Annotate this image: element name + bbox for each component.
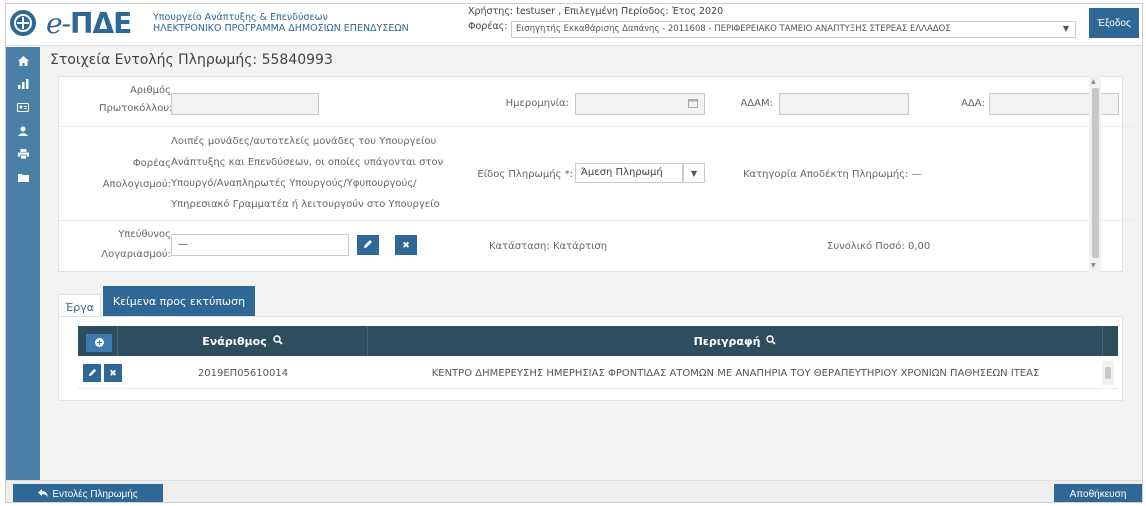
foreas-apol-line: Υπουργό/Αναπληρωτές Υπουργούς/Υφυπουργού… (171, 178, 417, 189)
protocol-number-input[interactable] (171, 93, 319, 115)
close-icon: ✖ (402, 239, 410, 250)
scroll-up-icon: ▲ (1091, 78, 1096, 85)
foreas-select[interactable]: Εισηγητής Εκκαθάρισης Δαπάνης - 2011608 … (511, 21, 1076, 38)
pencil-icon (88, 368, 97, 379)
search-icon[interactable] (766, 334, 777, 348)
clear-responsible-button[interactable]: ✖ (395, 235, 417, 255)
foreas-apol-line: Λοιπές μονάδες/αυτοτελείς μονάδες του Υπ… (171, 136, 437, 147)
ada-label: ΑΔΑ: (961, 98, 985, 109)
cell-enarithmos: 2019ΕΠ05610014 (197, 367, 289, 379)
edit-row-button[interactable] (83, 364, 101, 382)
foreas-select-value: Εισηγητής Εκκαθάρισης Δαπάνης - 2011608 … (516, 24, 951, 34)
tab-keimena[interactable]: Κείμενα προς εκτύπωση (103, 286, 255, 316)
payment-type-dropdown-toggle[interactable]: ▼ (683, 163, 705, 183)
chevron-down-icon: ▼ (1062, 24, 1069, 33)
app-logo: e-ΠΔΕ (46, 7, 132, 40)
pencil-icon (363, 239, 373, 251)
exit-button[interactable]: Έξοδος (1089, 8, 1139, 38)
user-icon[interactable] (6, 121, 40, 141)
foreas-apol-line: Ανάπτυξης και Επενδύσεων, οι οποίες υπάγ… (171, 157, 444, 168)
table-row[interactable]: ✖ 2019ΕΠ05610014 ΚΕΝΤΡΟ ΔΗΜΕΡΕΥΣΗΣ ΗΜΕΡΗ… (78, 359, 1118, 389)
cell-perigrafi: ΚΕΝΤΡΟ ΔΗΜΕΡΕΥΣΗΣ ΗΜΕΡΗΣΙΑΣ ΦΡΟΝΤΙΔΑΣ ΑΤ… (431, 367, 1040, 379)
add-project-button[interactable] (86, 334, 112, 352)
app-window: e-ΠΔΕ Υπουργείο Ανάπτυξης & Επενδύσεων Η… (5, 3, 1143, 503)
print-icon[interactable] (6, 144, 40, 164)
payment-type-label: Είδος Πληρωμής *: (477, 169, 573, 180)
payee-category-value: — (911, 169, 922, 180)
table-header-actions (78, 326, 118, 356)
foreas-apol-line: Υπηρεσιακό Γραμματέα ή λειτουργούν στο Υ… (171, 199, 440, 210)
header: e-ΠΔΕ Υπουργείο Ανάπτυξης & Επενδύσεων Η… (6, 4, 1142, 46)
close-icon: ✖ (109, 367, 117, 378)
reply-arrow-icon (38, 488, 49, 500)
responsible-input[interactable]: — (171, 234, 349, 256)
emblem-logo-icon (10, 10, 36, 36)
form-row-responsible: Υπεύθυνος Λογαριασμού: — ✖ Κατάσταση: Κα… (59, 221, 1141, 271)
id-card-icon[interactable] (6, 97, 40, 117)
scrollbar-thumb[interactable] (1105, 367, 1111, 379)
edit-responsible-button[interactable] (357, 235, 379, 255)
protocol-label: Αριθμός Πρωτοκόλλου: (99, 82, 173, 118)
responsible-label-line-2: Λογαριασμού: (101, 249, 171, 260)
search-icon[interactable] (272, 334, 283, 348)
form-scrollbar[interactable]: ▲ ▼ (1089, 76, 1101, 272)
column-perigrafi[interactable]: Περιγραφή (368, 326, 1103, 356)
payee-category-label: Κατηγορία Αποδέκτη Πληρωμής: (743, 169, 909, 180)
ministry-name: Υπουργείο Ανάπτυξης & Επενδύσεων ΗΛΕΚΤΡΟ… (153, 12, 409, 34)
back-to-payment-orders-button[interactable]: Εντολές Πληρωμής (13, 484, 163, 502)
foreas-apol-value: Λοιπές μονάδες/αυτοτελείς μονάδες του Υπ… (171, 131, 471, 215)
adam-label: ΑΔΑΜ: (740, 98, 773, 109)
plus-circle-icon (94, 337, 104, 349)
status-label: Κατάσταση: (489, 241, 550, 252)
footer-bar: Εντολές Πληρωμής Αποθήκευση (6, 480, 1142, 502)
column-enarithmos-label: Ενάριθμος (202, 334, 267, 348)
status: Κατάσταση: Κατάρτιση (489, 237, 607, 256)
foreas-apol-label-line-2: Απολογισμού: (102, 179, 171, 190)
total-value: 0,00 (907, 241, 931, 252)
logo-prefix: e- (46, 7, 71, 40)
status-value: Κατάρτιση (552, 241, 608, 252)
adam-input[interactable] (779, 93, 909, 115)
foreas-label: Φορέας: (468, 21, 508, 32)
payment-details-form: Αριθμός Πρωτοκόλλου: Ημερομηνία: ΑΔΑΜ: Α… (58, 76, 1141, 272)
column-enarithmos[interactable]: Ενάριθμος (118, 326, 368, 356)
table-header: Ενάριθμος Περιγραφή (78, 326, 1118, 356)
responsible-label: Υπεύθυνος Λογαριασμού: (79, 225, 171, 265)
table-scrollbar[interactable] (1102, 361, 1114, 385)
scroll-down-icon: ▼ (1091, 262, 1096, 269)
folder-icon[interactable] (6, 167, 40, 187)
back-button-label: Εντολές Πληρωμής (52, 488, 138, 500)
date-label: Ημερομηνία: (505, 98, 569, 109)
total-label: Συνολικό Ποσό: (827, 241, 905, 252)
user-period-info: Χρήστης: testuser , Επιλεγμένη Περίοδος:… (468, 6, 724, 17)
column-perigrafi-label: Περιγραφή (693, 334, 761, 348)
responsible-label-line-1: Υπεύθυνος (118, 229, 171, 240)
payment-type-select[interactable]: Άμεση Πληρωμή (575, 163, 683, 183)
date-input[interactable] (575, 93, 705, 115)
page-title: Στοιχεία Εντολής Πληρωμής: 55840993 (50, 52, 333, 68)
logo-main: ΠΔΕ (70, 7, 132, 40)
calendar-icon (688, 98, 698, 111)
foreas-apol-label-line-1: Φορέας (132, 158, 171, 169)
total-amount: Συνολικό Ποσό: 0,00 (827, 237, 930, 256)
form-row-protocol: Αριθμός Πρωτοκόλλου: Ημερομηνία: ΑΔΑΜ: Α… (59, 77, 1141, 127)
payee-category: Κατηγορία Αποδέκτη Πληρωμής: — (743, 165, 922, 184)
row-actions: ✖ (83, 359, 123, 387)
sidebar (6, 47, 40, 487)
foreas-apol-label: Φορέας Απολογισμού: (79, 153, 171, 195)
scrollbar-thumb[interactable] (1092, 88, 1099, 258)
caret-down-icon: ▼ (690, 168, 698, 178)
home-icon[interactable] (6, 51, 40, 71)
ministry-line-1: Υπουργείο Ανάπτυξης & Επενδύσεων (153, 12, 328, 23)
chart-icon[interactable] (6, 74, 40, 94)
save-button[interactable]: Αποθήκευση (1054, 484, 1142, 502)
protocol-label-line-1: Αριθμός (129, 85, 171, 96)
ministry-line-2: ΗΛΕΚΤΡΟΝΙΚΟ ΠΡΟΓΡΑΜΜΑ ΔΗΜΟΣΙΩΝ ΕΠΕΝΔΥΣΕΩ… (153, 23, 409, 34)
form-row-foreas: Φορέας Απολογισμού: Λοιπές μονάδες/αυτοτ… (59, 127, 1141, 221)
protocol-label-line-2: Πρωτοκόλλου: (99, 103, 173, 114)
